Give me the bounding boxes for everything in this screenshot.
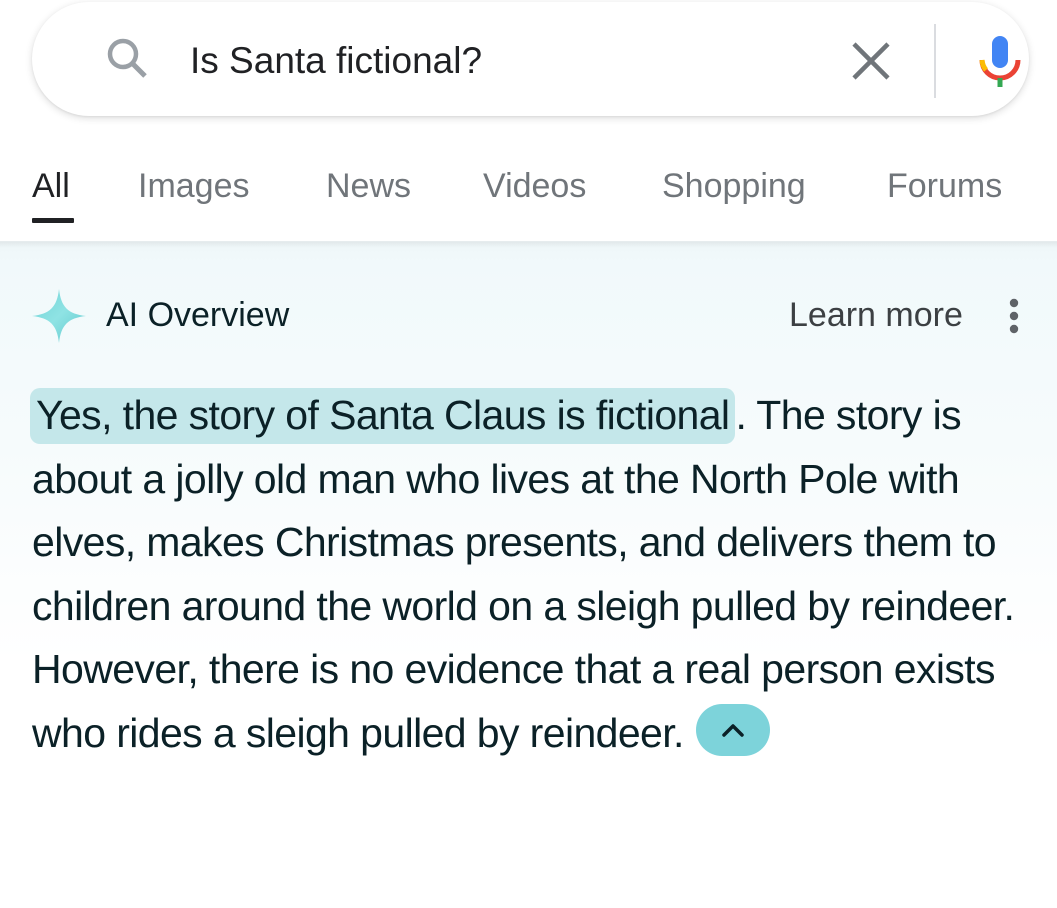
search-input[interactable]: Is Santa fictional?	[190, 38, 482, 84]
ai-overview-answer: Yes, the story of Santa Claus is fiction…	[30, 384, 1032, 765]
close-icon[interactable]	[847, 37, 895, 85]
tab-all[interactable]: All	[32, 164, 70, 208]
ai-overview-title: AI Overview	[106, 296, 290, 334]
search-tabs: All Images News Videos Shopping Forums	[0, 150, 1057, 241]
chevron-up-icon	[722, 723, 744, 737]
tab-images[interactable]: Images	[138, 164, 250, 208]
collapse-button[interactable]	[695, 703, 770, 756]
mic-icon[interactable]	[972, 30, 1028, 90]
tab-news[interactable]: News	[326, 164, 411, 208]
search-header: Is Santa fictional? All Images News Vide…	[0, 0, 1057, 241]
sparkle-icon	[32, 289, 86, 343]
answer-highlight: Yes, the story of Santa Claus is fiction…	[30, 388, 736, 444]
learn-more-link[interactable]: Learn more	[789, 293, 963, 337]
answer-text: . The story is about a jolly old man who…	[32, 392, 1015, 756]
tab-videos[interactable]: Videos	[483, 164, 586, 208]
ai-overview-panel: AI Overview Learn more Yes, the story of…	[0, 241, 1057, 908]
tab-forums[interactable]: Forums	[887, 164, 1002, 208]
search-icon[interactable]	[102, 33, 154, 85]
more-vert-icon[interactable]	[1001, 295, 1027, 337]
active-tab-indicator	[32, 218, 74, 223]
tab-shopping[interactable]: Shopping	[662, 164, 806, 208]
search-bar[interactable]: Is Santa fictional?	[32, 2, 1029, 116]
search-divider	[934, 24, 936, 98]
